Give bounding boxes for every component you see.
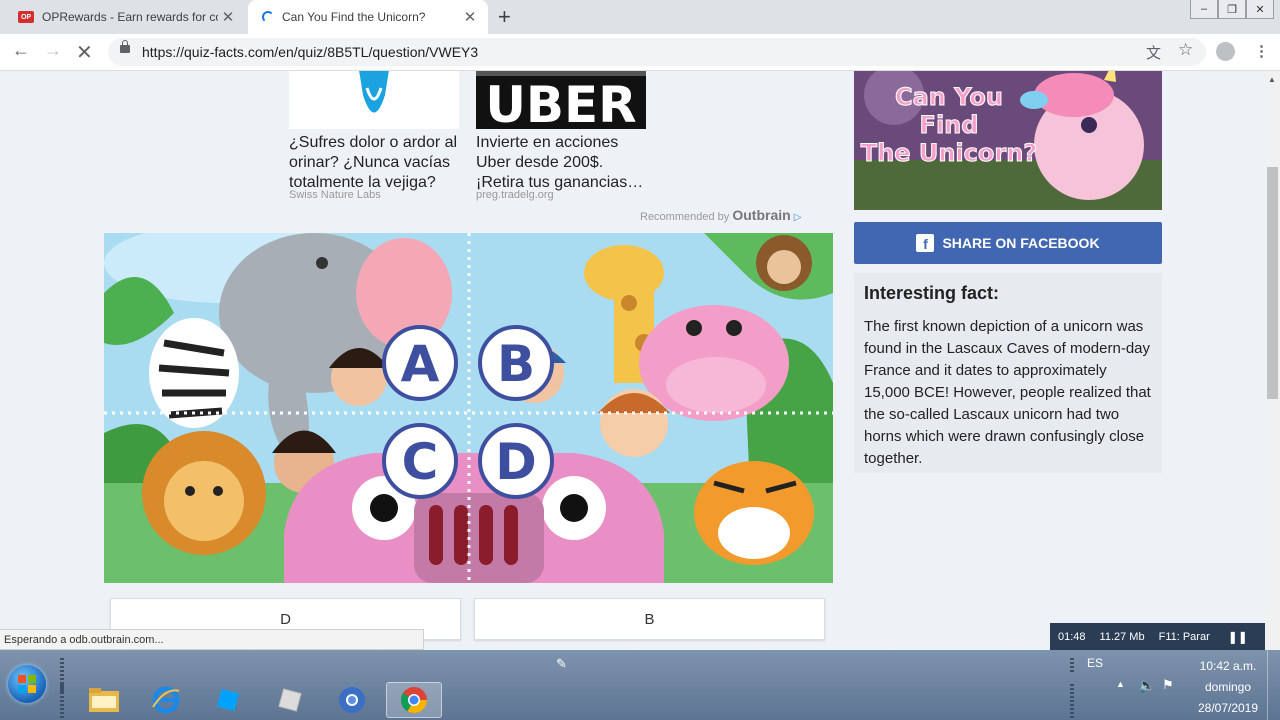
ad-image-uber-text: UBER	[485, 76, 636, 129]
window-controls: – ❐ ✕	[1190, 0, 1274, 19]
minimize-button[interactable]: –	[1190, 0, 1218, 19]
translate-icon[interactable]: 文	[1146, 42, 1161, 63]
ad-title-uber[interactable]: Invierte en acciones Uber desde 200$. ¡R…	[476, 133, 651, 193]
folder-icon	[89, 688, 119, 712]
badge-d: D	[478, 423, 554, 499]
chrome-blue-icon	[339, 687, 365, 713]
browser-toolbar: ← → ✕ https://quiz-facts.com/en/quiz/8B5…	[0, 34, 1280, 71]
internet-explorer-icon	[152, 686, 180, 714]
address-bar[interactable]: https://quiz-facts.com/en/quiz/8B5TL/que…	[108, 38, 1206, 66]
clock-time: 10:42 a.m.	[1199, 659, 1257, 673]
taskbar-chrome[interactable]	[386, 682, 442, 718]
taskbar-explorer[interactable]	[76, 682, 132, 718]
banner-line-2: Find	[920, 111, 979, 139]
taskbar-ie[interactable]	[138, 682, 194, 718]
notes-icon[interactable]: ✎	[556, 656, 567, 672]
ad-image-uber[interactable]: UBER	[476, 71, 646, 129]
restore-button[interactable]: ❐	[1218, 0, 1246, 19]
tab-title: OPRewards - Earn rewards for co	[42, 10, 218, 24]
recorder-overlay: 01:48 11.27 Mb F11: Parar ❚❚ ■	[1050, 623, 1265, 650]
roblox-icon	[278, 688, 302, 712]
loading-status: Esperando a odb.outbrain.com...	[0, 629, 424, 650]
taskbar-roblox[interactable]	[262, 682, 318, 718]
ad-title-swiss[interactable]: ¿Sufres dolor o ardor al orinar? ¿Nunca …	[289, 133, 464, 193]
roblox-studio-icon	[216, 688, 240, 712]
stop-loading-icon[interactable]: ✕	[76, 40, 93, 65]
show-desktop-button[interactable]	[1267, 650, 1280, 720]
taskbar-grip[interactable]	[60, 684, 64, 720]
pause-icon[interactable]: ❚❚	[1228, 630, 1248, 644]
close-tab-icon[interactable]: ✕	[218, 8, 238, 26]
fact-heading: Interesting fact:	[864, 283, 1000, 303]
tab-oprewards[interactable]: OP OPRewards - Earn rewards for co ✕	[8, 0, 246, 34]
facebook-icon: f	[916, 234, 935, 252]
quiz-puzzle-image: A B C D	[104, 233, 833, 583]
ad-source-swiss: Swiss Nature Labs	[289, 189, 381, 201]
ad-image-swiss[interactable]	[289, 71, 459, 129]
taskbar-roblox-studio[interactable]	[200, 682, 256, 718]
profile-avatar[interactable]	[1216, 42, 1235, 61]
answer-option-b[interactable]: B	[474, 598, 825, 640]
new-tab-button[interactable]: +	[498, 4, 511, 30]
tab-strip: OP OPRewards - Earn rewards for co ✕ Can…	[0, 0, 1280, 34]
taskbar-chrome-alt[interactable]	[324, 682, 380, 718]
badge-b: B	[478, 325, 554, 401]
badge-b-label: B	[497, 335, 535, 393]
tray-expand-icon[interactable]: ▲	[1116, 679, 1125, 689]
badge-d-label: D	[495, 433, 537, 491]
volume-icon[interactable]: 🔈	[1138, 677, 1155, 694]
share-facebook-button[interactable]: f SHARE ON FACEBOOK	[854, 222, 1162, 264]
url-text: https://quiz-facts.com/en/quiz/8B5TL/que…	[142, 44, 479, 60]
close-window-button[interactable]: ✕	[1246, 0, 1274, 19]
windows-taskbar: ✎ ES ▲ 🔈 ⚑ 10:42 a.m. domingo 28/07/2019	[0, 650, 1280, 720]
tab-title: Can You Find the Unicorn?	[282, 10, 426, 24]
recorder-size: 11.27 Mb	[1099, 630, 1145, 643]
banner-line-3: The Unicorn?	[861, 139, 1037, 167]
side-banner-image[interactable]: Can You Find The Unicorn?	[854, 71, 1162, 210]
ad-choices-icon[interactable]: ▷	[794, 212, 802, 223]
badge-c-label: C	[402, 433, 439, 491]
outbrain-logo: Outbrain	[732, 207, 791, 223]
windows-logo-icon	[18, 675, 36, 693]
recorder-hint: F11: Parar	[1158, 630, 1210, 643]
network-flag-icon[interactable]: ⚑	[1162, 677, 1174, 693]
oprewards-favicon-icon: OP	[18, 11, 34, 23]
clock-date: 28/07/2019	[1197, 701, 1259, 715]
page-scrollbar[interactable]: ▲	[1265, 71, 1280, 650]
badge-a: A	[382, 325, 458, 401]
close-tab-icon[interactable]: ✕	[460, 8, 480, 26]
recorder-time: 01:48	[1058, 630, 1086, 643]
badge-a-label: A	[401, 335, 440, 393]
share-facebook-label: SHARE ON FACEBOOK	[942, 235, 1100, 251]
start-button[interactable]	[8, 665, 46, 703]
forward-arrow-icon[interactable]: →	[44, 40, 62, 61]
chrome-icon	[400, 687, 428, 714]
language-indicator[interactable]: ES	[1087, 656, 1103, 670]
lock-icon	[120, 40, 130, 53]
taskbar-clock[interactable]: 10:42 a.m. domingo 28/07/2019	[1190, 656, 1266, 719]
tab-unicorn-quiz[interactable]: Can You Find the Unicorn? ✕	[248, 0, 488, 34]
page-content: ¿Sufres dolor o ardor al orinar? ¿Nunca …	[0, 71, 1265, 650]
back-arrow-icon[interactable]: ←	[12, 40, 30, 61]
menu-dots-icon[interactable]: ⋮	[1254, 42, 1269, 60]
tray-grip[interactable]	[1070, 658, 1074, 672]
scroll-up-icon[interactable]: ▲	[1268, 75, 1276, 84]
bookmark-star-icon[interactable]: ☆	[1178, 40, 1193, 60]
ad-source-uber: preg.tradelg.org	[476, 189, 554, 201]
interesting-fact-box: Interesting fact: The first known depict…	[854, 273, 1162, 473]
clock-day: domingo	[1204, 680, 1252, 694]
fact-text: The first known depiction of a unicorn w…	[864, 318, 1151, 467]
recommended-by-label: Recommended by	[640, 211, 730, 223]
banner-line-1: Can You	[895, 83, 1003, 111]
scrollbar-thumb[interactable]	[1267, 167, 1278, 399]
recommended-by[interactable]: Recommended by Outbrain ▷	[640, 207, 801, 223]
badge-c: C	[382, 423, 458, 499]
loading-spinner-icon	[262, 11, 274, 23]
tray-grip[interactable]	[1070, 684, 1074, 720]
